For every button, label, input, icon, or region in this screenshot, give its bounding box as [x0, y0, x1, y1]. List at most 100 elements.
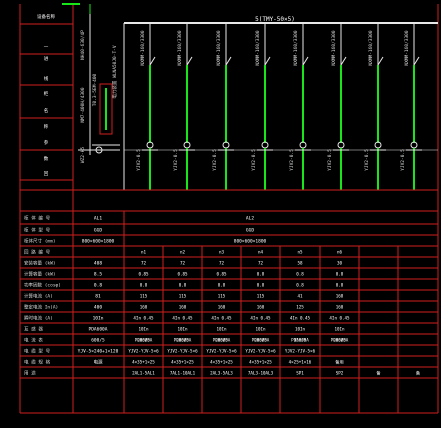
- circuit-cell: 备: [416, 370, 421, 377]
- circuit-cell: 72: [180, 261, 186, 266]
- feeder-breaker-label: NXMM-160/3300: [255, 30, 261, 66]
- feeder-cable-label: YJV2-0.5: [251, 149, 257, 171]
- row-label: 整定电流 In(A): [24, 304, 58, 311]
- feeder-cable-label: YJV2-0.5: [289, 149, 295, 171]
- row-label: 柜 体 型 号: [24, 227, 51, 234]
- circuit-cell: n2: [180, 250, 186, 255]
- circuit-cell: n1: [141, 250, 147, 255]
- row-label: 瞬时电流 (A): [24, 315, 53, 322]
- circuit-cell: 0.8: [218, 283, 226, 288]
- circuit-cell: 72: [219, 261, 225, 266]
- header-glyph: 名: [44, 107, 49, 114]
- feeder-cable-label: YJV2-0.5: [173, 149, 179, 171]
- header-glyph: 进: [44, 55, 49, 62]
- row-label: 电 缆 型 号: [24, 348, 51, 355]
- header-glyph: 线: [44, 75, 49, 82]
- feeder-breaker-label: NXMM-160/3300: [293, 30, 299, 66]
- circuit-cell: 4In 0.45: [250, 316, 271, 321]
- circuit-cell: 10In: [255, 327, 266, 332]
- circuit-cell: 115: [140, 294, 148, 299]
- circuit-cell: 115: [257, 294, 265, 299]
- circuit-cell: 4×35+1×25: [171, 360, 194, 365]
- circuit-cell: 4In 0.45: [211, 316, 232, 321]
- al1-cell: 8.5: [94, 272, 102, 278]
- feeder-cable-label: YJV2-0.5: [212, 149, 218, 171]
- circuit-cell: 7AL1-10AL1: [170, 371, 196, 376]
- circuit-cell: 4In 0.45: [133, 316, 154, 321]
- row-label: 电 流 表: [24, 337, 43, 344]
- circuit-cell: 备用: [335, 359, 343, 366]
- circuit-cell: PDA600A: [291, 338, 309, 343]
- feeder-breaker-label: NXMM-160/3300: [216, 30, 222, 66]
- al2-cell: GGD: [246, 228, 254, 234]
- al1-cell: 408: [94, 261, 102, 267]
- header-glyph: 一: [44, 45, 49, 50]
- circuit-cell: 备: [376, 370, 381, 377]
- circuit-cell: 160: [218, 305, 226, 310]
- diagram-canvas: 设备名称一进线柜名称参数回 NH40-630/4P NM7-400H/4300 T0.…: [0, 0, 441, 424]
- row-label: 功率因数 (cosφ): [24, 282, 61, 289]
- feeder-breaker-blade: [225, 56, 232, 66]
- row-label: 用 途: [24, 370, 36, 377]
- feeder-breaker-blade: [149, 56, 156, 66]
- al1-cell: PDA600A: [89, 327, 108, 333]
- circuit-cell: PDA600A: [213, 338, 231, 343]
- circuit-cell: 72: [258, 261, 264, 266]
- circuit-cell: 0.8: [257, 272, 265, 277]
- feeder-breaker-label: NXMM-160/3300: [331, 30, 337, 66]
- circuit-cell: 125: [296, 305, 304, 310]
- al1-cell: 0.8: [94, 283, 102, 289]
- header-glyph: 柜: [44, 90, 49, 97]
- circuit-cell: 115: [179, 294, 187, 299]
- circuit-cell: YJV2-YJV-5×6: [167, 349, 198, 354]
- feeder-breaker-label: NXMM-160/3300: [140, 30, 146, 66]
- circuit-cell: 10In: [138, 327, 149, 332]
- circuit-cell: YJV2-YJV-5×6: [245, 349, 276, 354]
- circuit-cell: 4×35+1×25: [210, 360, 233, 365]
- circuit-cell: n6: [337, 250, 343, 255]
- circuit-cell: PDA600A: [252, 338, 270, 343]
- circuit-cell: 2AL3-5AL3: [210, 371, 233, 376]
- circuit-cell: 0.85: [177, 272, 188, 277]
- al1-cell: 电源: [94, 359, 103, 366]
- circuit-cell: 10In: [177, 327, 188, 332]
- header-glyph: 回: [44, 171, 49, 177]
- row-label: 安装容量 (kW): [24, 260, 56, 267]
- circuit-cell: 168: [336, 294, 344, 299]
- circuit-cell: 0.8: [257, 283, 265, 288]
- circuit-cell: 160: [140, 305, 148, 310]
- header-title: 设备名称: [37, 13, 55, 20]
- circuit-cell: PDA600A: [174, 338, 192, 343]
- row-label: 柜 体 编 号: [24, 215, 51, 222]
- feeder-cable-label: YJV2-0.5: [327, 149, 333, 171]
- feeder-breaker-blade: [186, 56, 193, 66]
- feeder-breaker-blade: [340, 56, 347, 66]
- circuit-cell: 41: [297, 294, 303, 299]
- header-glyph: 参: [44, 139, 49, 146]
- circuit-cell: 160: [336, 305, 344, 310]
- circuit-cell: 0.8: [336, 272, 344, 277]
- row-label: 柜体尺寸 (mm): [24, 238, 56, 245]
- row-label: 计算电流 (A): [24, 293, 53, 300]
- busbar-label: 5(TMY-50×5): [255, 16, 295, 23]
- al1-cell: GGD: [94, 228, 102, 234]
- single-line-diagram: 设备名称一进线柜名称参数回 NH40-630/4P NM7-400H/4300 T0.…: [19, 3, 439, 414]
- header-glyph: 数: [44, 155, 49, 162]
- circuit-cell: 0.8: [296, 283, 304, 288]
- circuit-cell: 160: [257, 305, 265, 310]
- row-label: 互 感 器: [24, 326, 43, 333]
- circuit-cell: 0.8: [179, 283, 187, 288]
- al2-cell: AL2: [246, 216, 254, 222]
- circuit-cell: SP2: [336, 371, 344, 376]
- circuit-cell: PDA600A: [331, 338, 349, 343]
- row-label: 计算容量 (kW): [24, 271, 56, 278]
- circuit-cell: 10In: [295, 327, 306, 332]
- circuit-cell: 2AL1-5AL1: [132, 371, 155, 376]
- circuit-cell: 4In 0.45: [290, 316, 311, 321]
- al2-cell: 800×600×1800: [234, 239, 267, 245]
- circuit-cell: 30: [337, 261, 343, 266]
- circuit-cell: 7AL3-10AL3: [248, 371, 274, 376]
- al1-cell: 10In: [93, 316, 104, 322]
- circuit-cell: YJV2-YJV-5×6: [206, 349, 237, 354]
- incomer-label-mid: NM7-400H/4300: [80, 87, 86, 123]
